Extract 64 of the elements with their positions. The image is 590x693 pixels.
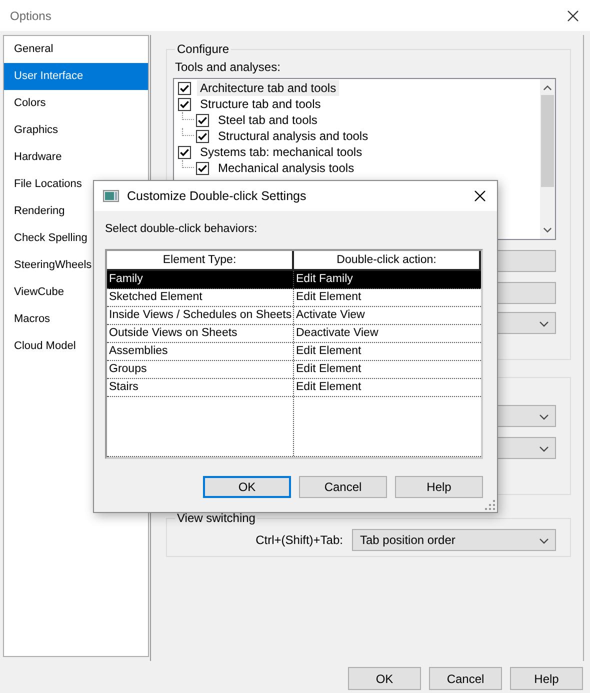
prompt-text: Select double-click behaviors: <box>105 223 258 235</box>
table-cell-text: Activate View <box>295 308 366 323</box>
dialog-button[interactable]: OK <box>348 667 421 690</box>
checkbox[interactable] <box>178 146 191 158</box>
tool-item[interactable]: Architecture tab and tools <box>197 80 340 96</box>
chevron-down-icon <box>539 446 549 452</box>
close-icon[interactable] <box>567 10 579 22</box>
sidebar-item[interactable]: General <box>4 36 148 63</box>
group-title: Configure <box>176 42 230 56</box>
checkbox[interactable] <box>178 82 191 94</box>
table-cell-text: Edit Family <box>295 272 354 287</box>
window-icon <box>103 190 119 202</box>
sidebar-item[interactable]: Colors <box>4 90 148 117</box>
group-title: View switching <box>176 511 256 525</box>
tools-label: Tools and analyses: <box>175 60 282 74</box>
table-cell-text: Edit Element <box>295 290 362 305</box>
sidebar-item[interactable]: Hardware <box>4 144 148 171</box>
field-label: Ctrl+(Shift)+Tab: <box>256 533 343 547</box>
table-cell: Stairs <box>107 379 294 396</box>
tab-order-dropdown[interactable]: Tab position order <box>352 529 556 551</box>
table-cell-text: Edit Element <box>295 344 362 359</box>
table-row[interactable]: Groups Edit Element <box>107 361 481 379</box>
sidebar-item[interactable]: User Interface <box>4 63 148 90</box>
scroll-thumb[interactable] <box>541 95 554 187</box>
table-cell-text: Deactivate View <box>295 326 380 341</box>
table-row[interactable]: Family Edit Family <box>107 271 481 289</box>
table-row[interactable]: Inside Views / Schedules on Sheets Activate View <box>107 307 481 325</box>
tool-item[interactable]: Structural analysis and tools <box>215 128 372 144</box>
table-row[interactable]: Sketched Element Edit Element <box>107 289 481 307</box>
scrollbar[interactable] <box>540 79 555 239</box>
resize-grip-icon[interactable] <box>485 500 495 510</box>
table-cell: Groups <box>107 361 294 378</box>
table-cell-text: Edit Element <box>295 362 362 377</box>
tool-item[interactable]: Systems tab: mechanical tools <box>197 144 366 160</box>
close-icon[interactable] <box>474 190 486 202</box>
dialog-button[interactable]: Help <box>510 667 583 690</box>
dialog-button[interactable]: Cancel <box>299 476 387 498</box>
table-cell: Family <box>107 271 294 288</box>
chevron-down-icon <box>539 321 549 327</box>
dialog-button[interactable]: Cancel <box>429 667 502 690</box>
dialog-button[interactable]: Help <box>395 476 483 498</box>
dialog-button[interactable]: OK <box>203 476 291 498</box>
table-cell: Sketched Element <box>107 289 294 306</box>
tool-item[interactable]: Structure tab and tools <box>197 96 324 112</box>
checkbox[interactable] <box>178 98 191 110</box>
table-cell-text: Edit Element <box>295 380 362 395</box>
scroll-up-icon[interactable] <box>543 85 552 91</box>
checkbox[interactable] <box>196 162 209 174</box>
table-row[interactable]: Outside Views on Sheets Deactivate View <box>107 325 481 343</box>
scroll-down-icon[interactable] <box>543 227 552 233</box>
checkbox[interactable] <box>196 130 209 142</box>
dialog-title: Customize Double-click Settings <box>127 189 308 203</box>
checkbox[interactable] <box>196 114 209 126</box>
tool-item[interactable]: Mechanical analysis tools <box>215 160 358 176</box>
table-cell: Outside Views on Sheets <box>107 325 294 342</box>
chevron-down-icon <box>539 538 549 544</box>
chevron-down-icon <box>539 414 549 420</box>
table-cell: Inside Views / Schedules on Sheets <box>107 307 294 324</box>
tool-item[interactable]: Steel tab and tools <box>215 112 320 128</box>
table-row[interactable]: Stairs Edit Element <box>107 379 481 397</box>
sidebar-item[interactable]: Graphics <box>4 117 148 144</box>
table-cell: Assemblies <box>107 343 294 360</box>
window-title: Options <box>10 8 52 22</box>
table-row[interactable]: Assemblies Edit Element <box>107 343 481 361</box>
